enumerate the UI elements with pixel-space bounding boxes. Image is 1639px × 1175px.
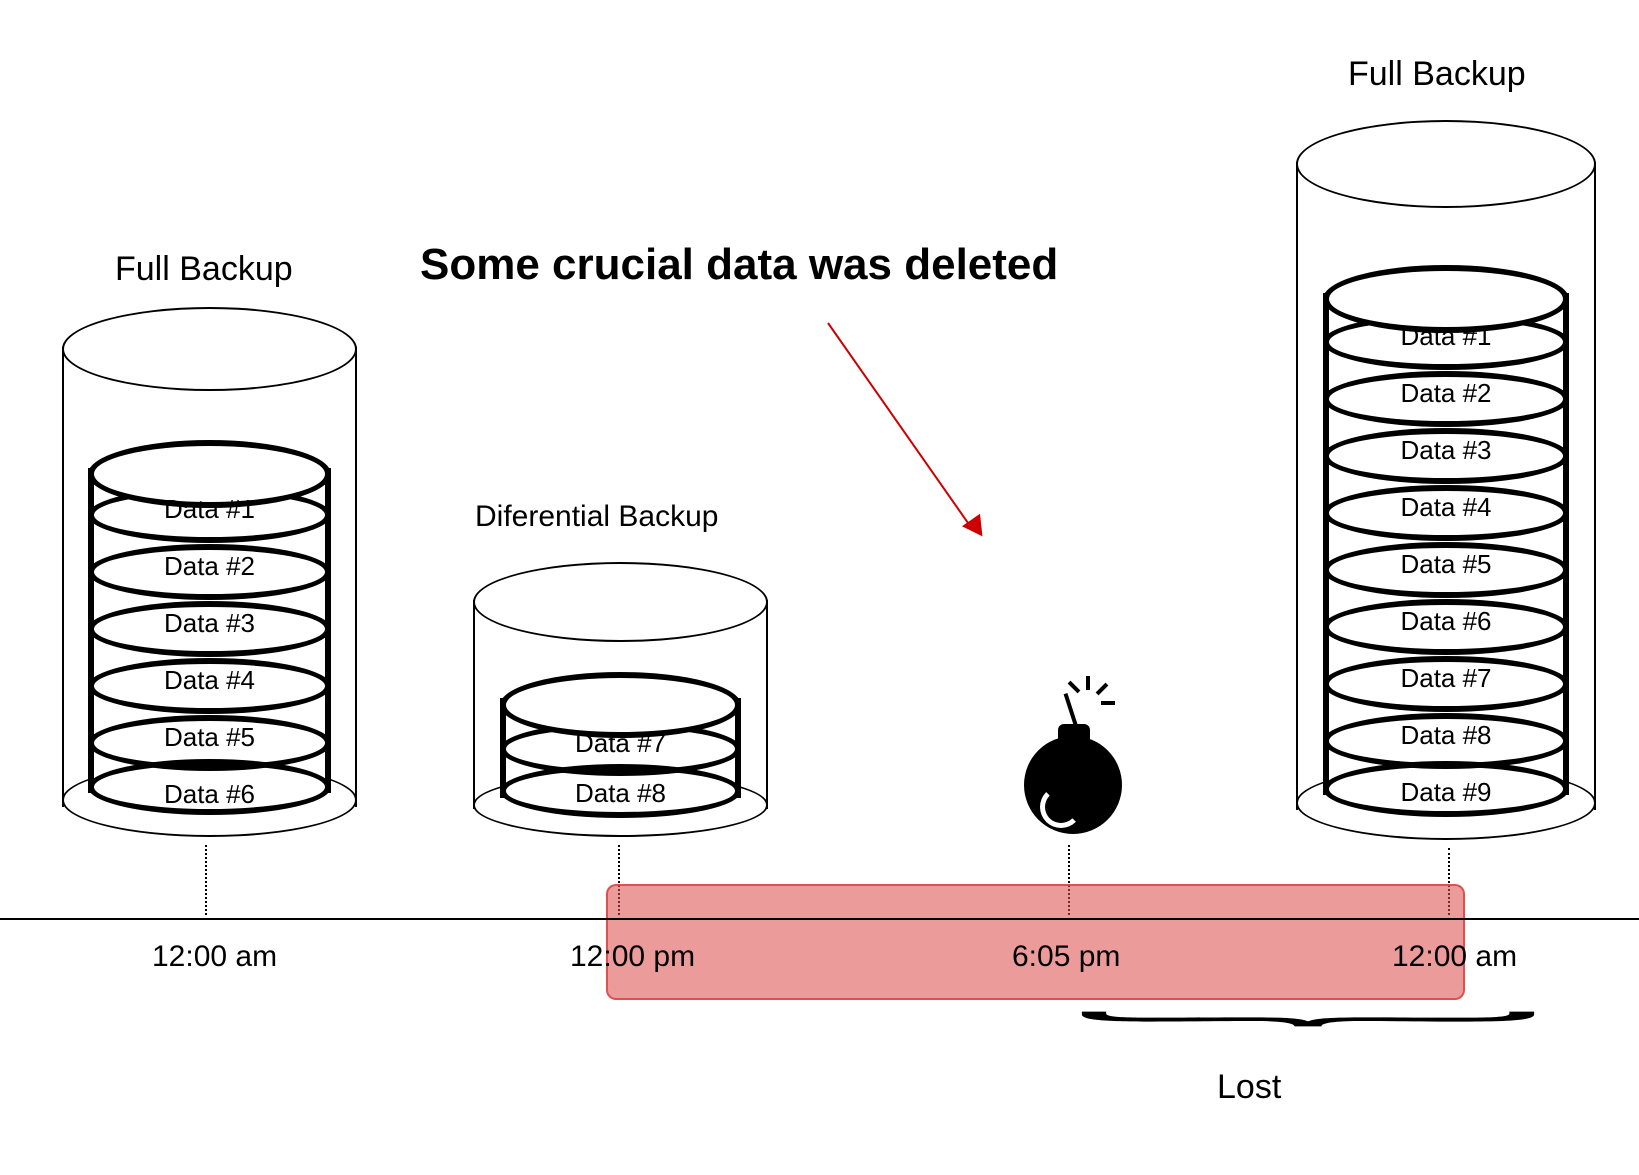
timeline-axis: [0, 918, 1639, 920]
time-1: 12:00 am: [152, 940, 277, 974]
bomb-icon: [1016, 678, 1136, 838]
time-2: 12:00 pm: [570, 940, 695, 974]
diagram-stage: { "annotation": { "text": "Some crucial …: [0, 0, 1639, 1175]
right-disk-4: Data #4: [1323, 492, 1569, 523]
time-4: 12:00 am: [1392, 940, 1517, 974]
mid-disk-2: Data #8: [500, 778, 741, 809]
left-disk-4: Data #4: [88, 665, 331, 696]
mid-disk-1: Data #7: [500, 728, 741, 759]
annotation-text: Some crucial data was deleted: [420, 240, 1058, 290]
stack-right: Data #1 Data #2 Data #3 Data #4 Data #5 …: [1323, 265, 1569, 817]
right-disk-1: Data #1: [1323, 321, 1569, 352]
left-disk-3: Data #3: [88, 608, 331, 639]
left-disk-1: Data #1: [88, 494, 331, 525]
left-disk-5: Data #5: [88, 722, 331, 753]
lost-label: Lost: [1217, 1068, 1281, 1107]
right-disk-8: Data #8: [1323, 720, 1569, 751]
right-disk-2: Data #2: [1323, 378, 1569, 409]
right-disk-3: Data #3: [1323, 435, 1569, 466]
left-disk-2: Data #2: [88, 551, 331, 582]
time-3: 6:05 pm: [1012, 940, 1120, 974]
stack-left: Data #1 Data #2 Data #3 Data #4 Data #5 …: [88, 440, 331, 815]
title-middle: Diferential Backup: [475, 500, 718, 534]
right-disk-9: Data #9: [1323, 777, 1569, 808]
right-disk-6: Data #6: [1323, 606, 1569, 637]
title-right: Full Backup: [1348, 55, 1526, 94]
title-left: Full Backup: [115, 250, 293, 289]
stack-middle: Data #7 Data #8: [500, 672, 741, 818]
vdot-1: [205, 845, 207, 915]
right-disk-5: Data #5: [1323, 549, 1569, 580]
right-disk-7: Data #7: [1323, 663, 1569, 694]
left-disk-6: Data #6: [88, 779, 331, 810]
arrow-line: [827, 322, 972, 528]
